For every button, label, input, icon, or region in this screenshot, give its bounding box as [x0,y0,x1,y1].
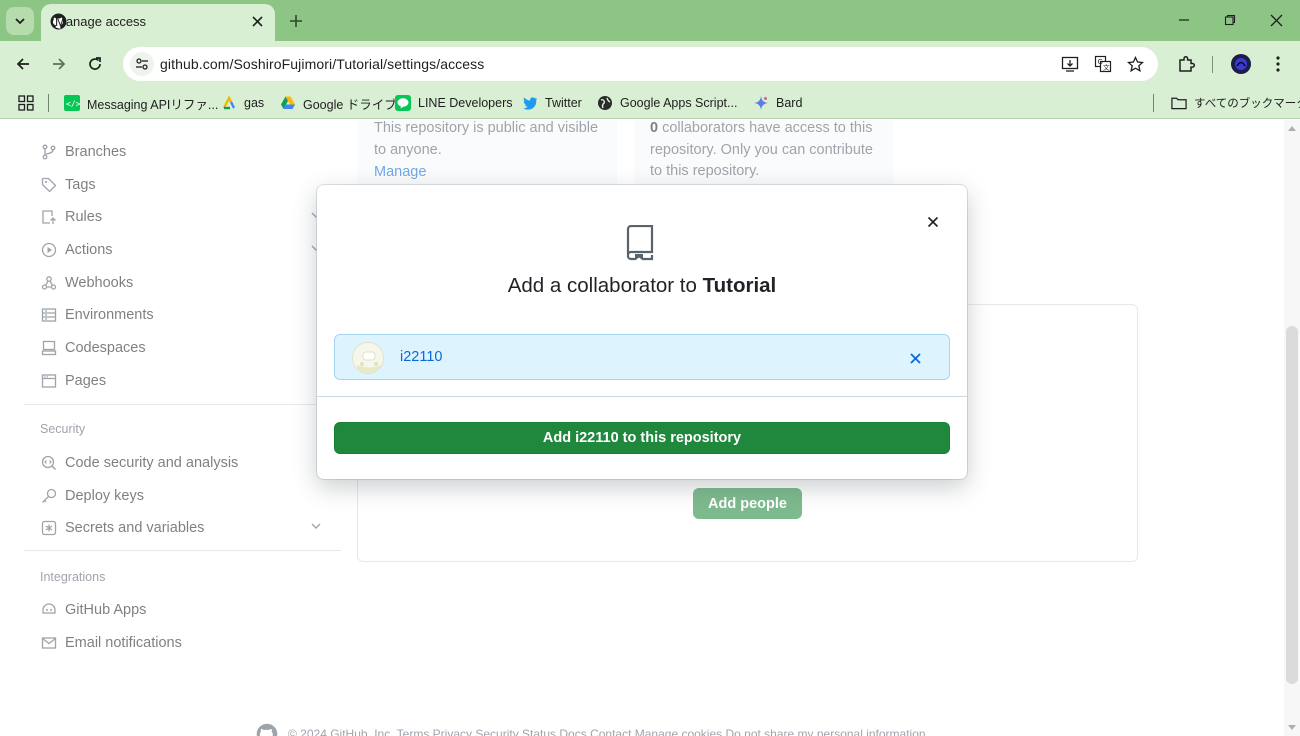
tab-title: Manage access [55,14,147,29]
bookmark-gas[interactable]: gas [221,94,264,112]
close-icon [1270,14,1282,26]
browser-toolbar: github.com/SoshiroFujimori/Tutorial/sett… [0,41,1300,87]
star-icon [1126,55,1144,72]
add-collaborator-confirm-button[interactable]: Add i22110 to this repository [334,422,950,454]
add-collaborator-dialog: Add a collaborator to Tutorial i22110 Ad… [317,185,967,479]
apps-button[interactable] [18,94,34,112]
browser-tab[interactable]: Manage access [41,4,275,41]
user-avatar [352,342,384,374]
bookmark-label: Bard [776,96,803,110]
bookmark-bard[interactable]: Bard [753,94,802,112]
selected-username: i22110 [400,349,443,365]
bookmarks-bar: </> Messaging APIリファ... gas Google ドライブ … [0,87,1300,119]
all-bookmarks-button[interactable]: すべてのブックマーク [1171,94,1300,112]
extensions-button[interactable] [1175,52,1199,76]
install-app-button[interactable] [1060,54,1080,74]
line-icon [395,95,411,111]
bookmark-twitter[interactable]: Twitter [522,94,582,112]
browser-tab-strip: Manage access [0,0,1300,41]
puzzle-icon [1179,55,1196,72]
browser-menu-button[interactable] [1266,52,1290,76]
close-icon [927,216,939,228]
profile-avatar[interactable] [1229,52,1253,76]
translate-button[interactable]: G文 [1093,54,1113,74]
toolbar-divider [1212,56,1213,73]
bookmark-google-apps-script[interactable]: Google Apps Script... [597,94,737,112]
all-bookmarks-label: すべてのブックマーク [1194,98,1300,110]
close-icon [909,352,921,364]
restore-icon [1224,14,1236,26]
reload-icon [89,57,101,70]
bookmark-label: gas [244,96,265,110]
bookmark-label: Google ドライブ [303,97,397,112]
bookmark-line-developers[interactable]: LINE Developers [395,94,513,112]
bookmarks-divider [48,94,49,112]
window-close-button[interactable] [1262,8,1290,32]
dialog-title: Add a collaborator to Tutorial [317,274,967,298]
svg-text:</>: </> [66,100,80,109]
arrow-right-icon [53,58,66,70]
twitter-icon [522,95,538,111]
chevron-down-icon [15,18,25,25]
more-vertical-icon [1276,56,1280,72]
site-info-button[interactable] [130,52,154,76]
reload-button[interactable] [83,52,107,76]
restore-button[interactable] [1216,8,1244,32]
plus-icon [290,15,302,27]
bookmark-label: Messaging APIリファ... [87,97,219,112]
bookmark-star-button[interactable] [1125,54,1145,74]
bookmark-google-drive[interactable]: Google ドライブ [280,94,397,112]
bookmark-label: Google Apps Script... [620,96,738,110]
svg-text:文: 文 [1103,63,1110,72]
arrow-left-icon [16,58,29,70]
dialog-close-button[interactable] [923,212,943,232]
bookmark-label: Twitter [545,96,582,110]
bard-icon [753,95,769,111]
gas-icon [221,95,237,111]
avatar-icon [1231,54,1251,74]
close-icon [251,15,263,27]
remove-selected-user-button[interactable] [906,349,924,367]
install-icon [1061,56,1079,72]
minimize-icon [1179,19,1189,21]
forward-button[interactable] [47,52,71,76]
back-button[interactable] [11,52,35,76]
globe-icon [597,95,613,111]
repo-icon [626,225,654,261]
url-text[interactable]: github.com/SoshiroFujimori/Tutorial/sett… [160,56,484,72]
bookmark-label: LINE Developers [418,96,513,110]
avatar-image-icon [353,343,383,373]
selected-user-row: i22110 [334,334,950,380]
address-bar[interactable]: github.com/SoshiroFujimori/Tutorial/sett… [123,47,1158,81]
tab-search-button[interactable] [6,7,34,35]
minimize-button[interactable] [1170,8,1198,32]
new-tab-button[interactable] [285,10,307,32]
bookmark-messaging-api[interactable]: </> Messaging APIリファ... [64,94,218,112]
dialog-title-prefix: Add a collaborator to [507,274,703,297]
dialog-repo-name: Tutorial [702,274,777,297]
tune-icon [136,58,148,70]
folder-icon [1171,95,1187,111]
translate-icon: G文 [1094,55,1112,73]
dialog-divider [317,396,967,397]
bookmarks-divider [1153,94,1154,112]
apps-grid-icon [18,95,34,111]
line-api-icon: </> [64,95,80,111]
google-drive-icon [280,95,296,111]
tab-close-button[interactable] [248,12,266,30]
